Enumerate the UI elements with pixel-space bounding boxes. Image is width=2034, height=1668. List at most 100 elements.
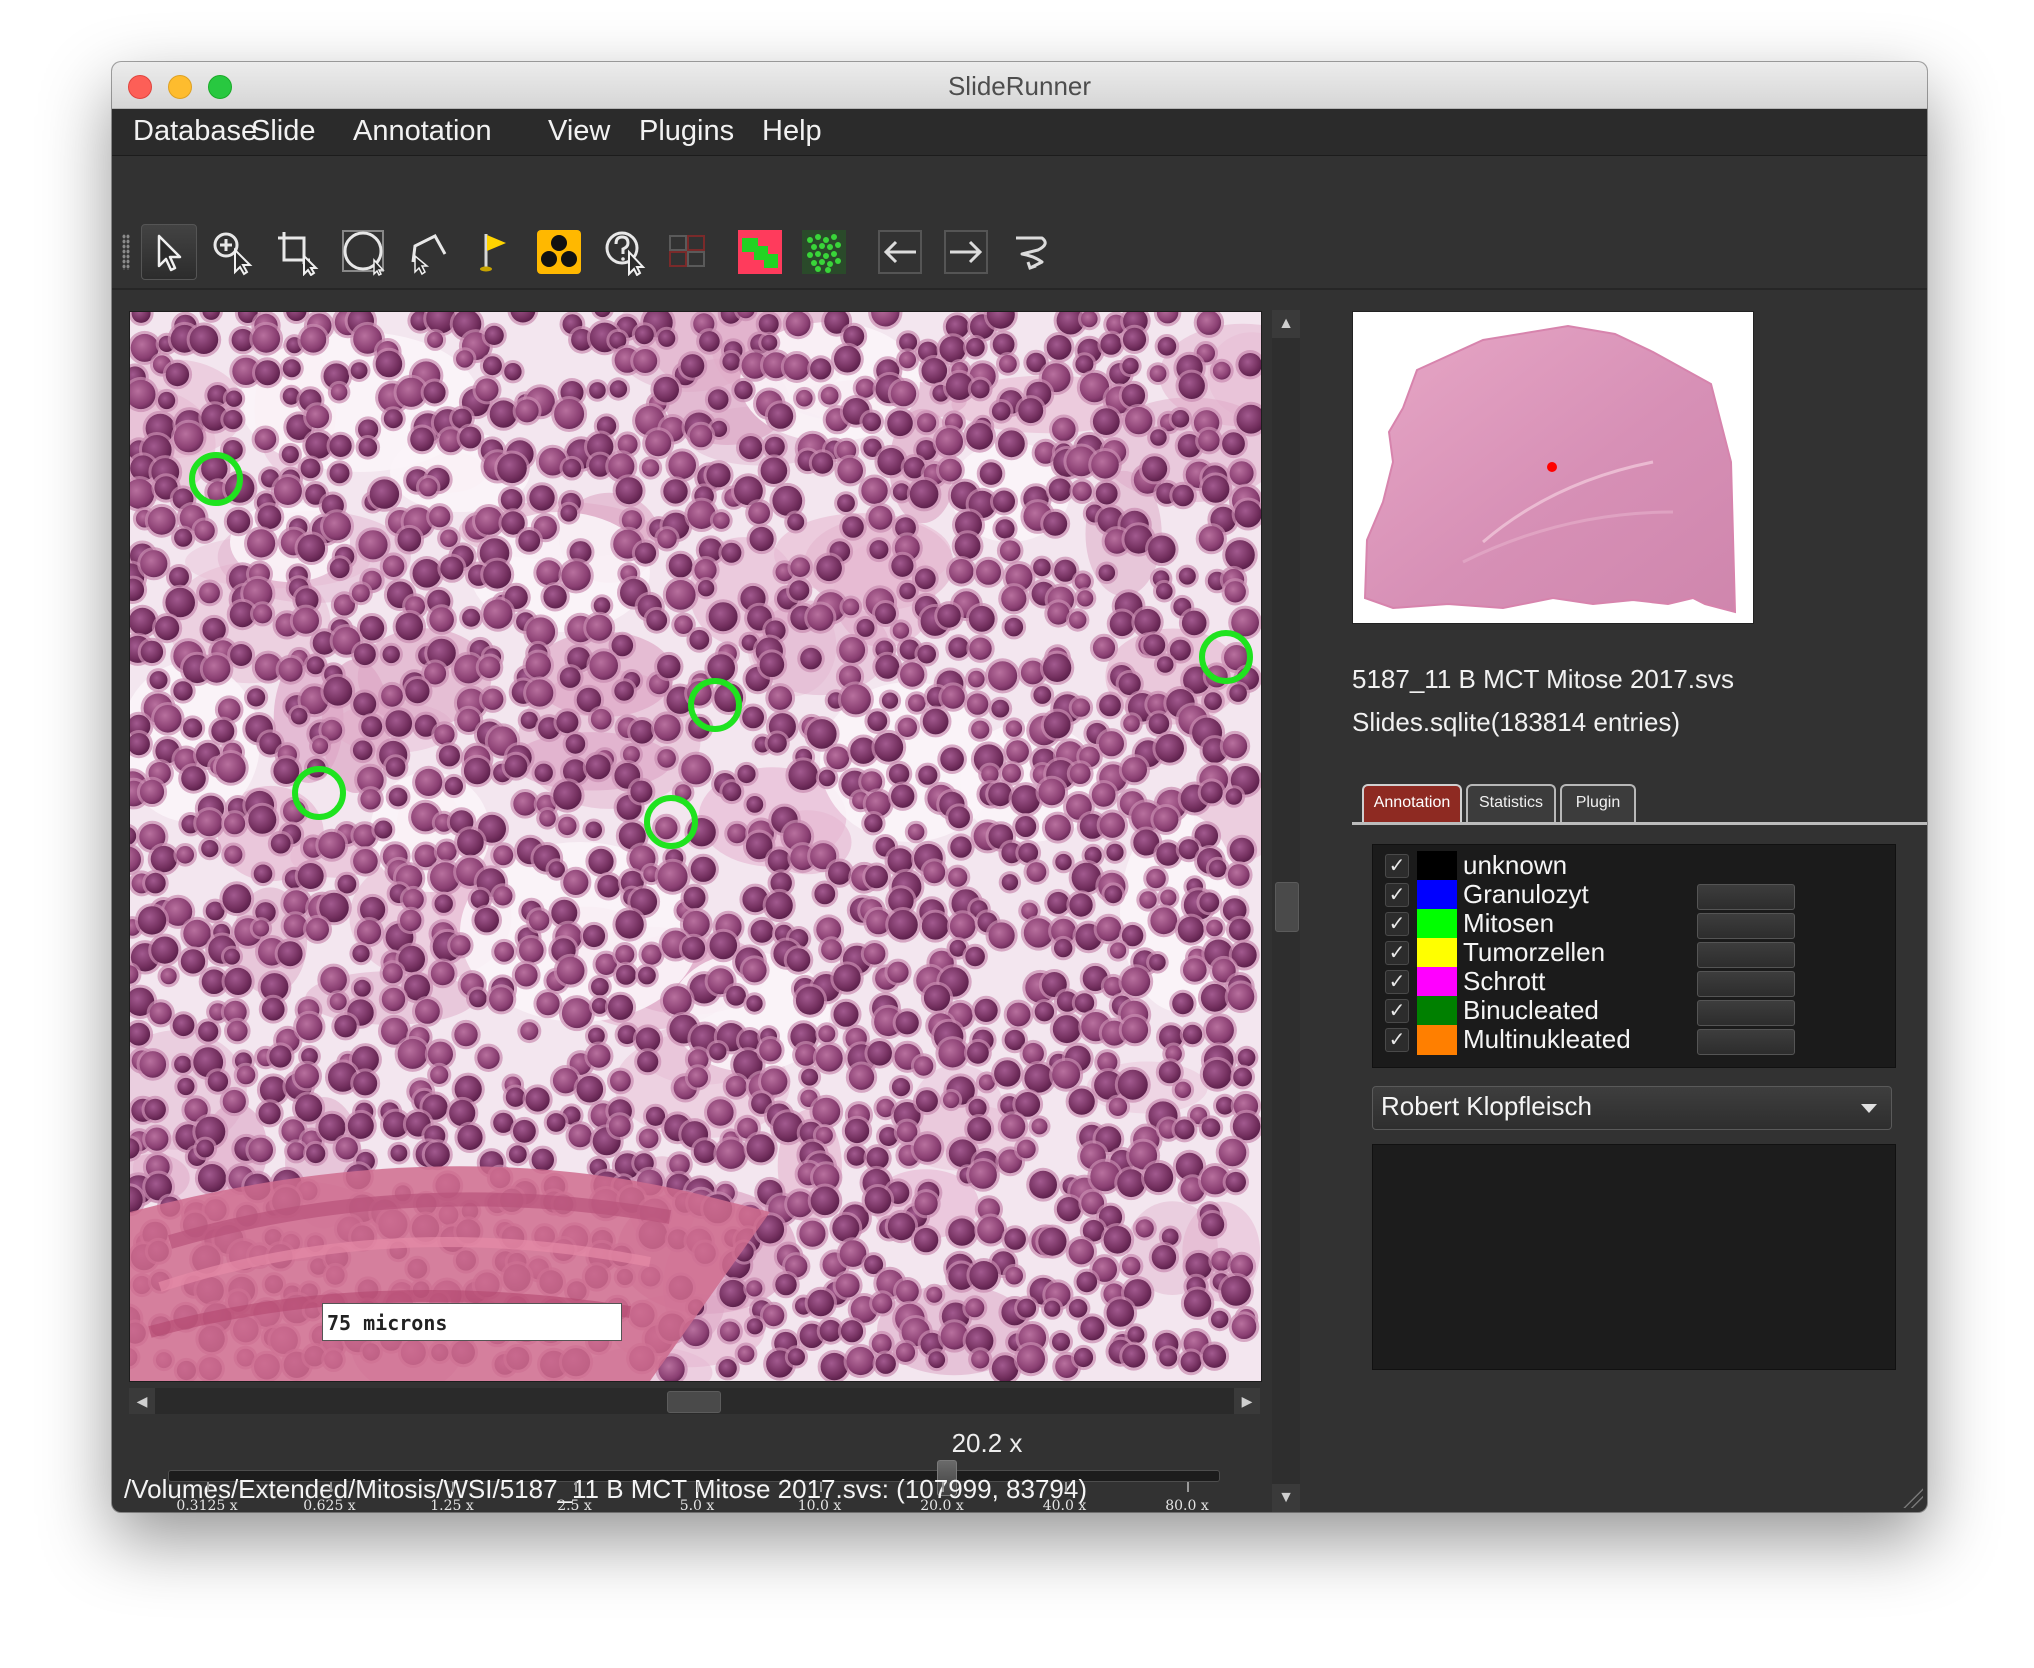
annotator-dropdown[interactable]: Robert Klopfleisch xyxy=(1372,1086,1892,1130)
zoom-tick-label: 40.0 x xyxy=(1042,1498,1087,1512)
zoom-tick-mark xyxy=(574,1482,577,1492)
class-visibility-checkbox[interactable]: ✓ xyxy=(1385,970,1409,994)
tab-underline xyxy=(1352,822,1927,825)
polygon-annotation-button[interactable] xyxy=(401,224,457,280)
tab-plugin[interactable]: Plugin xyxy=(1560,784,1636,822)
menu-annotation[interactable]: Annotation xyxy=(353,115,492,148)
tab-statistics[interactable]: Statistics xyxy=(1466,784,1556,822)
cluster-icon xyxy=(802,230,846,274)
class-row-granulozyt: ✓ Granulozyt xyxy=(1373,879,1895,910)
three-dots-icon xyxy=(537,230,581,274)
class-row-unknown: ✓ unknown xyxy=(1373,850,1895,881)
zoom-tick-label: 5.0 x xyxy=(679,1498,715,1512)
magnifier-pointer-icon xyxy=(213,232,253,276)
scroll-right-icon[interactable]: ▶ xyxy=(1234,1388,1260,1414)
slide-overview-thumbnail[interactable] xyxy=(1352,311,1754,624)
arrow-right-icon xyxy=(944,230,988,274)
menu-slide[interactable]: Slide xyxy=(251,115,316,148)
pointer-icon xyxy=(157,234,182,272)
class-label: Binucleated xyxy=(1463,995,1599,1025)
class-color-swatch xyxy=(1417,909,1457,939)
circle-select-icon xyxy=(342,230,385,276)
horizontal-scroll-thumb[interactable] xyxy=(667,1391,721,1413)
class-row-binucleated: ✓ Binucleated xyxy=(1373,995,1895,1026)
class-row-mitosen: ✓ Mitosen xyxy=(1373,908,1895,939)
scroll-down-icon[interactable]: ▼ xyxy=(1272,1484,1300,1512)
zoom-tick-mark xyxy=(697,1482,699,1492)
class-row-tumorzellen: ✓ Tumorzellen xyxy=(1373,937,1895,968)
window-title: SlideRunner xyxy=(947,71,1092,101)
zoom-tool-button[interactable] xyxy=(205,224,261,280)
class-action-button[interactable] xyxy=(1697,971,1795,997)
class-visibility-checkbox[interactable]: ✓ xyxy=(1385,999,1409,1023)
question-pointer-icon xyxy=(605,231,646,276)
previous-button[interactable] xyxy=(872,224,928,280)
overview-position-marker xyxy=(1547,462,1557,472)
flag-icon xyxy=(480,234,506,272)
class-color-swatch xyxy=(1417,938,1457,968)
zoom-tick-mark xyxy=(1064,1482,1067,1492)
select-tool-button[interactable] xyxy=(141,224,197,280)
slide-viewer[interactable] xyxy=(129,311,1262,1382)
resize-grip-icon[interactable] xyxy=(1901,1486,1923,1508)
menu-help[interactable]: Help xyxy=(762,115,822,148)
annotation-class-list: ✓ unknown ✓ Granulozyt ✓ Mitosen ✓ Tumorzellen ✓… xyxy=(1372,844,1896,1068)
horizontal-scrollbar[interactable]: ◀ ▶ xyxy=(129,1388,1260,1414)
menu-view[interactable]: View xyxy=(548,115,610,148)
grid-icon xyxy=(669,235,705,267)
next-button[interactable] xyxy=(938,224,994,280)
zoom-tick-label: 0.3125 x xyxy=(176,1498,238,1512)
zoom-tick-mark xyxy=(942,1482,944,1492)
class-action-button[interactable] xyxy=(1697,1029,1795,1055)
class-visibility-checkbox[interactable]: ✓ xyxy=(1385,854,1409,878)
class-color-swatch xyxy=(1417,996,1457,1026)
class-label: Granulozyt xyxy=(1463,879,1589,909)
title-bar: SlideRunner xyxy=(112,62,1927,109)
annotator-selected: Robert Klopfleisch xyxy=(1381,1091,1592,1121)
class-label: Multinukleated xyxy=(1463,1024,1631,1054)
screening-button[interactable] xyxy=(531,224,587,280)
zoom-value-label: 20.2 x xyxy=(951,1428,1023,1458)
flag-annotation-button[interactable] xyxy=(466,224,522,280)
annotation-details-panel[interactable] xyxy=(1372,1144,1896,1370)
query-tool-button[interactable] xyxy=(598,224,654,280)
tissue-image[interactable] xyxy=(130,312,1261,1381)
class-row-multinukleated: ✓ Multinukleated xyxy=(1373,1024,1895,1055)
class-visibility-checkbox[interactable]: ✓ xyxy=(1385,912,1409,936)
class-label: Schrott xyxy=(1463,966,1546,996)
zoom-tick-label: 1.25 x xyxy=(430,1498,474,1512)
circle-annotation-button[interactable] xyxy=(336,224,392,280)
menu-plugins[interactable]: Plugins xyxy=(639,115,734,148)
heatmap-button[interactable] xyxy=(796,224,852,280)
vertical-scroll-thumb[interactable] xyxy=(1275,882,1299,932)
crop-tool-button[interactable] xyxy=(270,224,326,280)
overlay-button[interactable] xyxy=(732,224,788,280)
class-action-button[interactable] xyxy=(1697,913,1795,939)
class-label: Tumorzellen xyxy=(1463,937,1606,967)
grid-tool-button[interactable] xyxy=(660,224,716,280)
toolbar-grip-handle[interactable] xyxy=(122,234,130,270)
class-visibility-checkbox[interactable]: ✓ xyxy=(1385,1028,1409,1052)
menu-bar: Database Slide Annotation View Plugins H… xyxy=(112,109,1927,156)
zoom-tick-mark xyxy=(819,1482,822,1492)
scroll-up-icon[interactable]: ▲ xyxy=(1272,310,1300,338)
zoom-tick-mark xyxy=(452,1482,454,1492)
class-action-button[interactable] xyxy=(1697,942,1795,968)
tab-annotation[interactable]: Annotation xyxy=(1362,784,1462,822)
class-visibility-checkbox[interactable]: ✓ xyxy=(1385,883,1409,907)
zoom-tick-mark xyxy=(1187,1482,1189,1492)
class-label: unknown xyxy=(1463,850,1568,880)
back-button[interactable] xyxy=(1004,224,1060,280)
zoom-tick-label: 10.0 x xyxy=(797,1498,842,1512)
zoom-tick-mark xyxy=(329,1482,332,1492)
class-action-button[interactable] xyxy=(1697,884,1795,910)
vertical-scrollbar[interactable]: ▲ ▼ xyxy=(1272,310,1300,1512)
class-action-button[interactable] xyxy=(1697,1000,1795,1026)
menu-database[interactable]: Database xyxy=(133,115,257,148)
arrow-left-icon xyxy=(878,230,922,274)
toolbar xyxy=(112,156,1927,290)
polygon-icon xyxy=(411,234,447,276)
zoom-tick-label: 80.0 x xyxy=(1165,1498,1209,1512)
class-visibility-checkbox[interactable]: ✓ xyxy=(1385,941,1409,965)
scroll-left-icon[interactable]: ◀ xyxy=(129,1388,155,1414)
